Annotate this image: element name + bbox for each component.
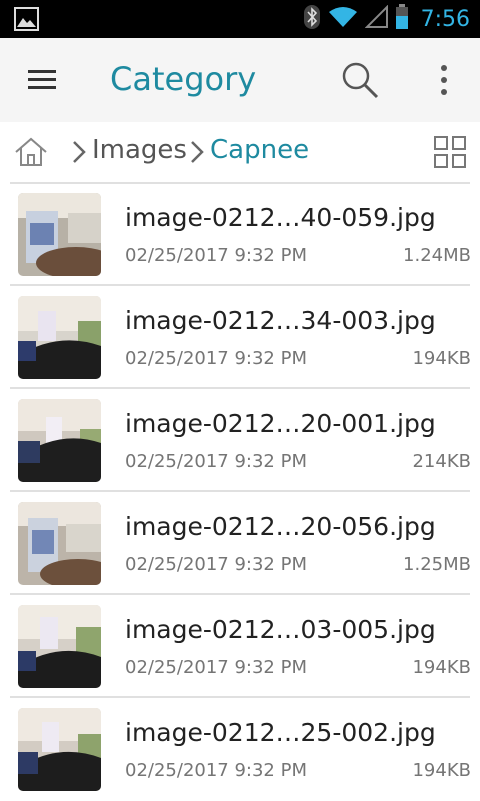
bluetooth-icon — [303, 4, 321, 34]
chevron-right-icon — [72, 140, 86, 164]
file-date: 02/25/2017 9:32 PM — [125, 760, 307, 781]
chevron-right-icon — [190, 140, 204, 164]
file-row[interactable]: image-0212…40-059.jpg 02/25/2017 9:32 PM… — [0, 183, 480, 286]
status-icons: 7:56 — [303, 0, 470, 38]
file-name: image-0212…20-056.jpg — [125, 512, 436, 541]
file-size: 194KB — [412, 760, 471, 781]
file-size: 214KB — [412, 451, 471, 472]
breadcrumb: Images Capnee — [0, 122, 480, 182]
status-time: 7:56 — [420, 6, 470, 32]
file-name: image-0212…34-003.jpg — [125, 306, 436, 335]
file-row[interactable]: image-0212…25-002.jpg 02/25/2017 9:32 PM… — [0, 698, 480, 801]
breadcrumb-item-images[interactable]: Images — [92, 135, 187, 165]
menu-icon[interactable] — [22, 64, 62, 96]
app-bar: Category — [0, 38, 480, 122]
file-name: image-0212…20-001.jpg — [125, 409, 436, 438]
status-bar: 7:56 — [0, 0, 480, 38]
file-name: image-0212…40-059.jpg — [125, 203, 436, 232]
signal-icon — [364, 4, 389, 33]
more-vert-icon[interactable] — [432, 60, 456, 104]
image-thumbnail — [18, 605, 101, 688]
breadcrumb-item-current[interactable]: Capnee — [210, 135, 309, 165]
file-size: 194KB — [412, 348, 471, 369]
search-icon[interactable] — [340, 60, 380, 100]
battery-icon — [395, 4, 409, 34]
file-size: 1.24MB — [403, 245, 471, 266]
app-title: Category — [110, 60, 257, 98]
file-row[interactable]: image-0212…20-056.jpg 02/25/2017 9:32 PM… — [0, 492, 480, 595]
file-date: 02/25/2017 9:32 PM — [125, 657, 307, 678]
gallery-icon — [14, 7, 39, 31]
file-date: 02/25/2017 9:32 PM — [125, 245, 307, 266]
file-row[interactable]: image-0212…20-001.jpg 02/25/2017 9:32 PM… — [0, 389, 480, 492]
wifi-icon — [327, 5, 359, 33]
image-thumbnail — [18, 399, 101, 482]
home-icon[interactable] — [14, 136, 48, 168]
file-date: 02/25/2017 9:32 PM — [125, 348, 307, 369]
image-thumbnail — [18, 502, 101, 585]
file-date: 02/25/2017 9:32 PM — [125, 451, 307, 472]
image-thumbnail — [18, 193, 101, 276]
grid-view-icon[interactable] — [434, 136, 466, 168]
file-name: image-0212…03-005.jpg — [125, 615, 436, 644]
file-date: 02/25/2017 9:32 PM — [125, 554, 307, 575]
file-size: 194KB — [412, 657, 471, 678]
file-size: 1.25MB — [403, 554, 471, 575]
file-name: image-0212…25-002.jpg — [125, 718, 436, 747]
file-row[interactable]: image-0212…03-005.jpg 02/25/2017 9:32 PM… — [0, 595, 480, 698]
file-row[interactable]: image-0212…34-003.jpg 02/25/2017 9:32 PM… — [0, 286, 480, 389]
image-thumbnail — [18, 296, 101, 379]
image-thumbnail — [18, 708, 101, 791]
